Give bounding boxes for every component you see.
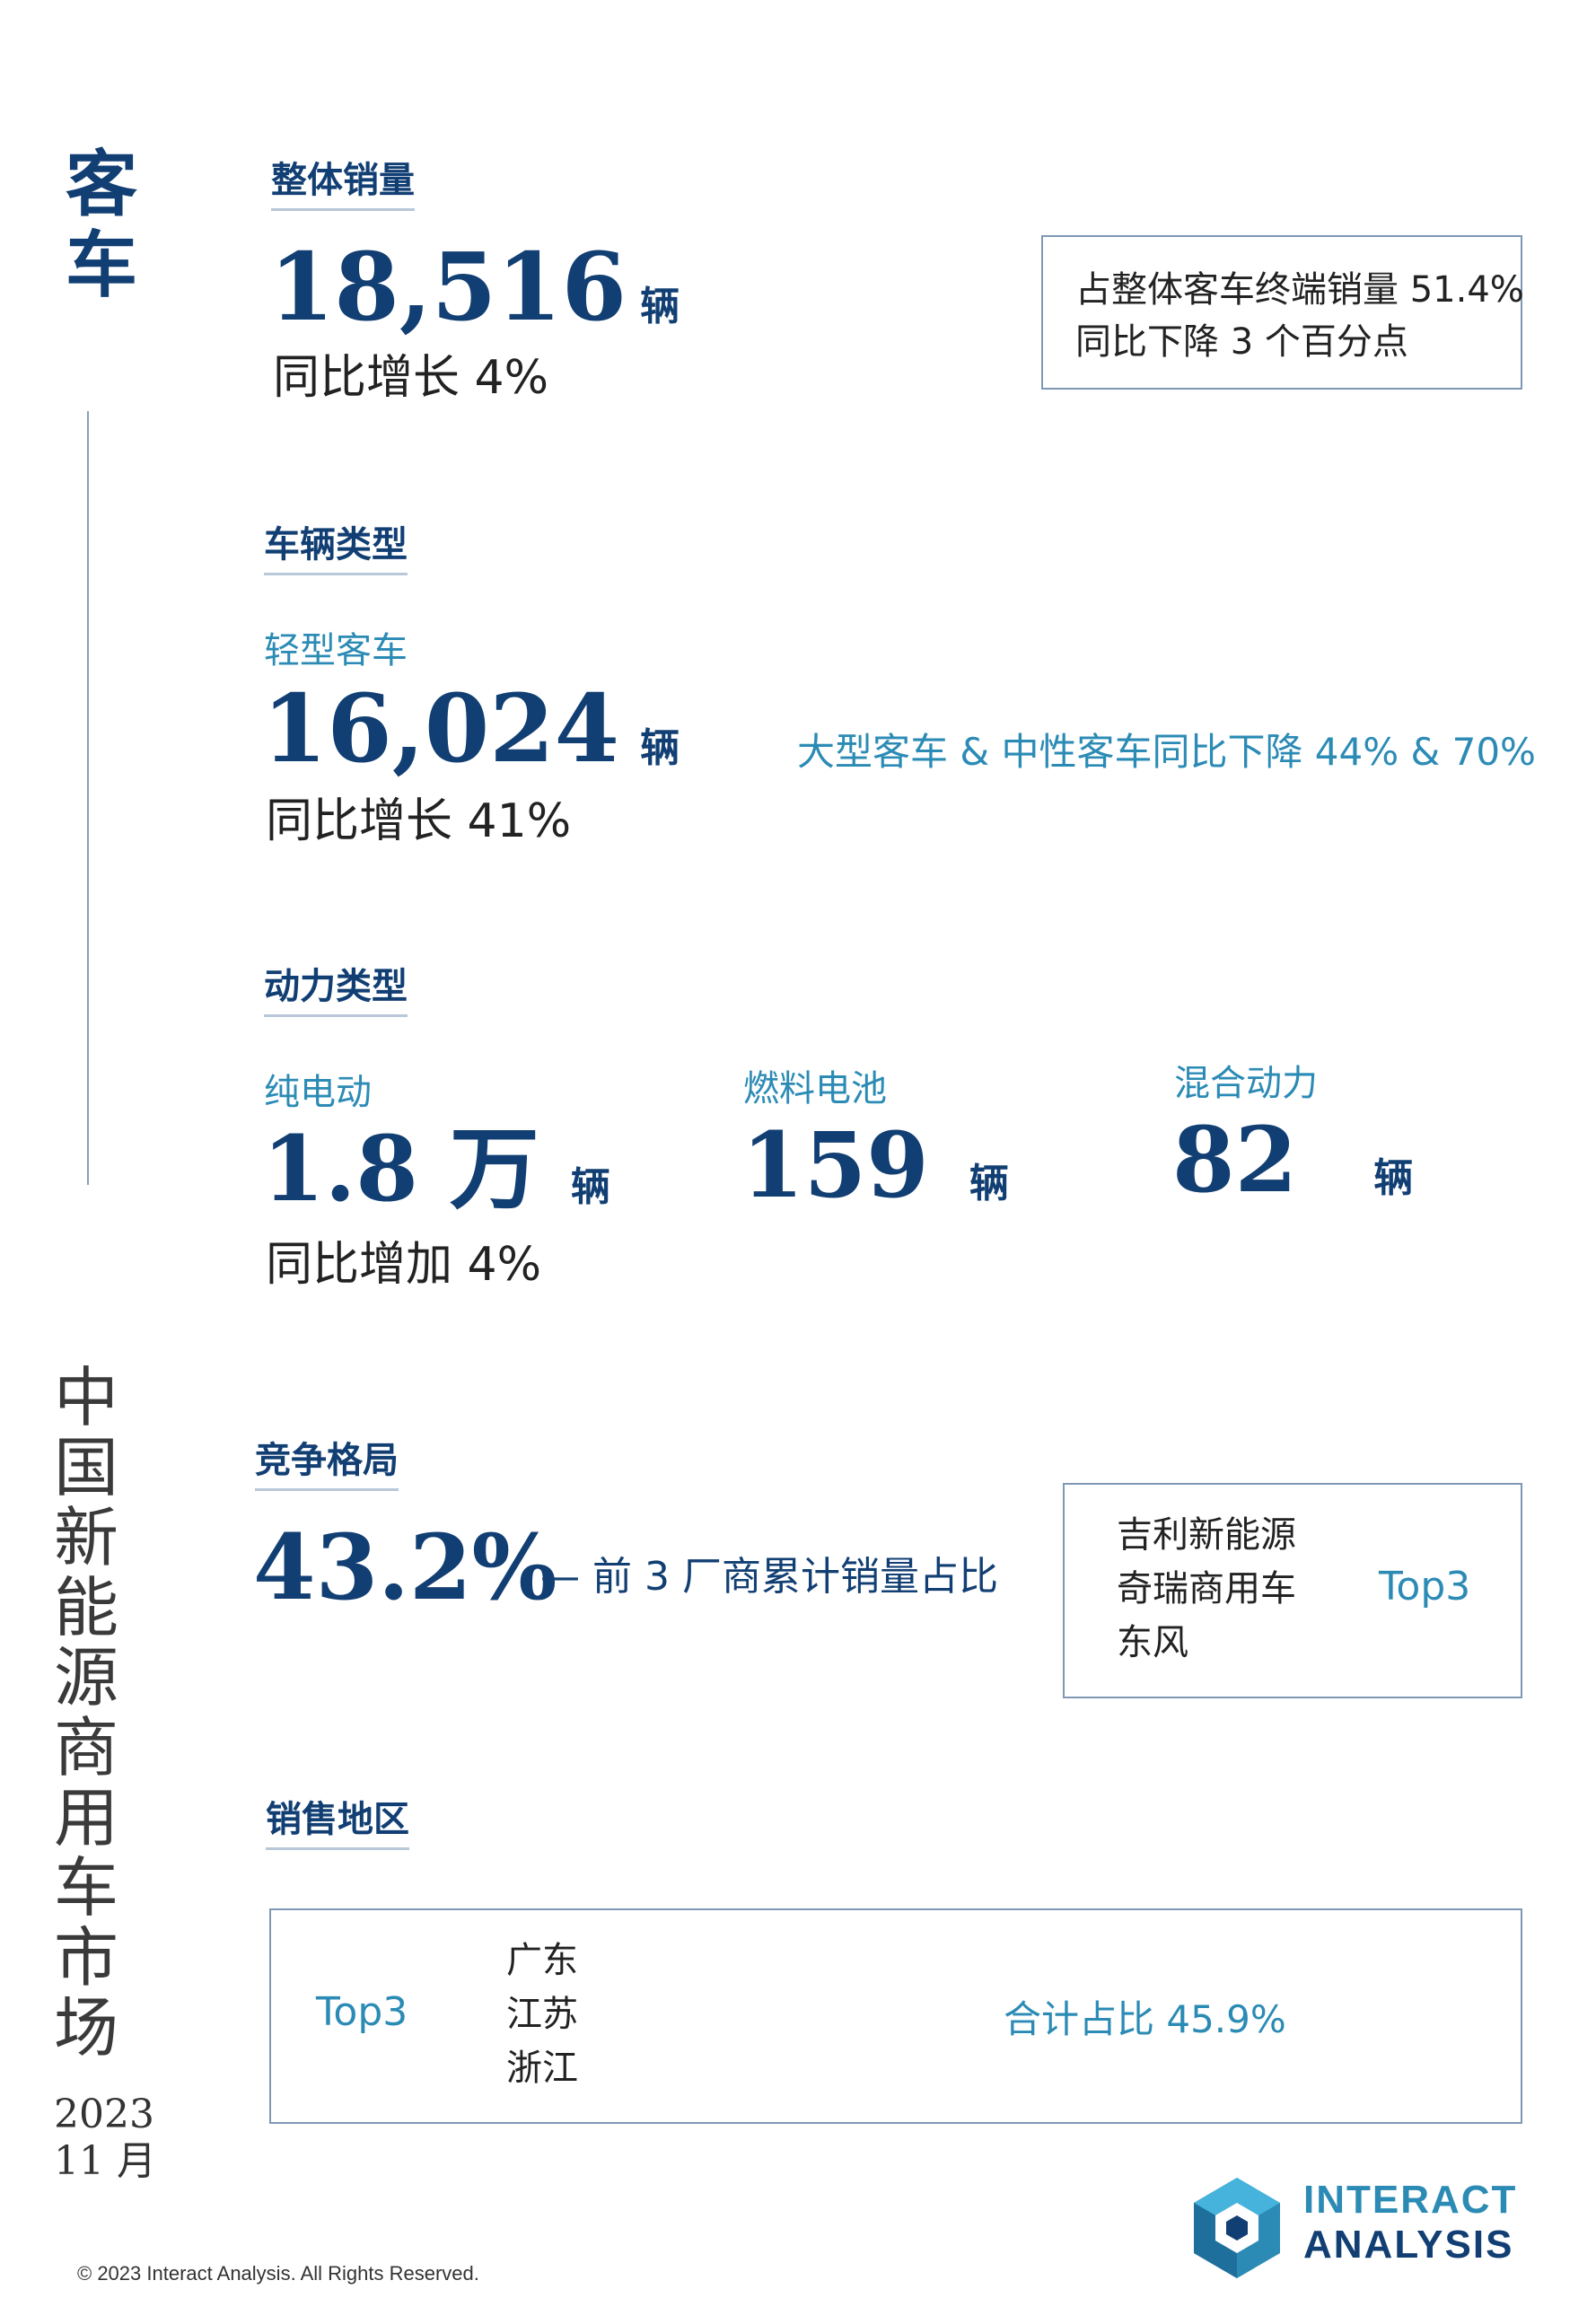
side-title-char: 中 [53, 1360, 118, 1435]
logo-line2: ANALYSIS [1303, 2223, 1514, 2267]
side-title-char: 客 [66, 142, 137, 226]
side-title-char: 车 [66, 223, 137, 307]
region-item: 浙江 [506, 2048, 578, 2089]
date-year: 2023 [54, 2092, 154, 2137]
competition-company-list: 吉利新能源 奇瑞商用车 东风 [1117, 1508, 1296, 1670]
power-hybrid-label: 混合动力 [1174, 1063, 1318, 1104]
power-fcv-figure: 159 辆 [741, 1120, 1009, 1210]
overall-heading: 整体销量 [271, 151, 415, 211]
power-bev-label: 纯电动 [264, 1072, 372, 1113]
power-hybrid-number: 82 [1172, 1107, 1298, 1213]
overall-number: 18,516 [269, 232, 627, 342]
side-title-char: 国 [53, 1430, 118, 1505]
side-title-main: 中 国 新 能 源 商 用 车 市 场 [50, 1363, 122, 2063]
side-title-char: 源 [53, 1640, 118, 1715]
region-heading: 销售地区 [266, 1790, 409, 1850]
side-title-char: 车 [53, 1850, 118, 1925]
competition-badge: Top3 [1379, 1564, 1471, 1609]
date-block: 2023 11 月 [54, 2092, 156, 2185]
overall-figure: 18,516 辆 [269, 241, 680, 334]
vehicle-type-growth: 同比增长 41% [266, 794, 572, 848]
side-title-char: 能 [53, 1570, 118, 1645]
side-title-char: 市 [53, 1920, 118, 1995]
power-fcv-number: 159 [741, 1112, 929, 1218]
power-hybrid-unit: 辆 [1373, 1155, 1414, 1201]
region-item: 江苏 [506, 1994, 578, 2035]
competition-company: 奇瑞商用车 [1117, 1568, 1296, 1609]
copyright: © 2023 Interact Analysis. All Rights Res… [77, 2262, 479, 2285]
power-hybrid-figure: 82 辆 [1172, 1115, 1413, 1205]
competition-company: 东风 [1117, 1622, 1188, 1663]
overall-growth: 同比增长 4% [273, 351, 549, 405]
region-list: 广东 江苏 浙江 [506, 1934, 578, 2095]
power-fcv-label: 燃料电池 [743, 1068, 887, 1110]
overall-share-line1: 占整体客车终端销量 51.4% [1075, 269, 1524, 311]
logo-cube-icon [1194, 2178, 1280, 2278]
power-fcv-unit: 辆 [969, 1161, 1009, 1206]
vehicle-type-note: 大型客车 & 中性客车同比下降 44% & 70% [797, 730, 1536, 774]
power-bev-growth: 同比增加 4% [266, 1238, 542, 1292]
region-box: Top3 广东 江苏 浙江 合计占比 45.9% [269, 1908, 1522, 2124]
side-title-char: 用 [53, 1780, 118, 1855]
competition-number: 43.2% [253, 1514, 557, 1620]
power-type-heading: 动力类型 [264, 957, 408, 1017]
vertical-divider [87, 411, 89, 1185]
logo: INTERACT ANALYSIS [1190, 2176, 1531, 2284]
date-month: 11 月 [54, 2138, 156, 2184]
vehicle-type-figure: 16,024 辆 [262, 682, 680, 776]
region-total: 合计占比 45.9% [1004, 1997, 1286, 2041]
power-bev-number: 1.8 万 [262, 1116, 539, 1222]
competition-company: 吉利新能源 [1117, 1514, 1296, 1556]
overall-share-line2: 同比下降 3 个百分点 [1075, 321, 1408, 363]
competition-box: 吉利新能源 奇瑞商用车 东风 Top3 [1063, 1483, 1522, 1698]
side-title-char: 商 [53, 1710, 118, 1785]
logo-line1: INTERACT [1303, 2178, 1518, 2222]
competition-heading: 竞争格局 [255, 1431, 399, 1491]
vehicle-type-number: 16,024 [262, 673, 620, 784]
vehicle-type-unit: 辆 [640, 725, 680, 771]
power-bev-figure: 1.8 万 辆 [262, 1124, 610, 1214]
region-item: 广东 [506, 1940, 578, 1981]
overall-share-box: 占整体客车终端销量 51.4% 同比下降 3 个百分点 [1041, 235, 1524, 390]
vehicle-type-sub: 轻型客车 [264, 630, 408, 671]
power-bev-unit: 辆 [570, 1164, 610, 1210]
vehicle-type-heading: 车辆类型 [264, 515, 408, 575]
side-title-char: 新 [53, 1500, 118, 1575]
region-badge: Top3 [316, 1989, 408, 2035]
overall-unit: 辆 [640, 284, 680, 329]
side-title-top: 客 车 [61, 144, 142, 305]
competition-desc: — 前 3 厂商累计销量占比 [540, 1554, 998, 1600]
side-title-char: 场 [53, 1990, 118, 2066]
